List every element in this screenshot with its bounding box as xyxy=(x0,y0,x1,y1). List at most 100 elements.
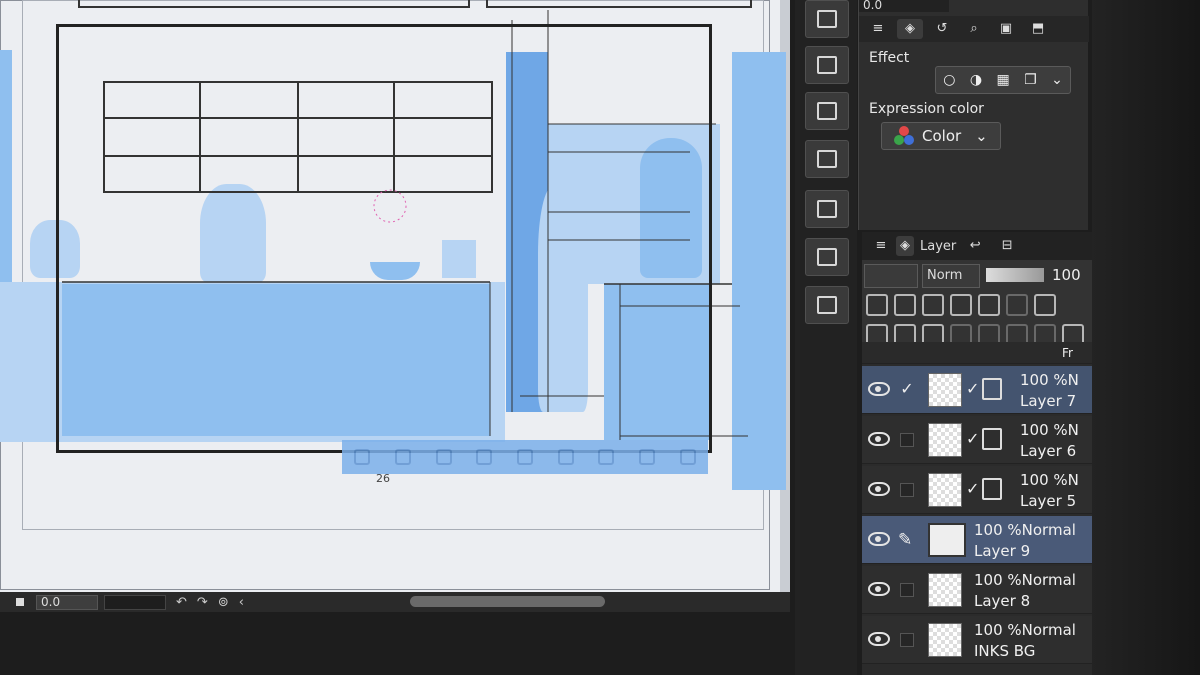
mask-icon[interactable] xyxy=(598,449,615,465)
info-icon[interactable]: ▣ xyxy=(993,19,1019,39)
navigator-icon xyxy=(817,102,837,120)
mask-enable-icon[interactable] xyxy=(1006,294,1028,316)
expression-color-label: Expression color xyxy=(869,101,984,117)
horizontal-scrollbar[interactable] xyxy=(410,596,605,607)
border-effect-icon[interactable]: ○ xyxy=(943,72,955,88)
eye-icon[interactable] xyxy=(868,582,890,596)
layer-row[interactable]: ✓ 100 %N Layer 5 xyxy=(862,466,1092,514)
layer-checkbox[interactable] xyxy=(900,583,914,597)
manga-page: 26 xyxy=(0,0,786,595)
pose-figure-icon xyxy=(817,296,837,314)
canvas-command-bar[interactable] xyxy=(342,440,708,474)
blend-mode-select[interactable] xyxy=(864,264,918,288)
animation-icon[interactable]: ⊟ xyxy=(994,236,1020,256)
tool-button-3d[interactable] xyxy=(805,238,849,276)
chevron-down-icon[interactable]: ⌄ xyxy=(1051,72,1063,88)
transform-icon[interactable] xyxy=(557,449,574,465)
lock-transparent-icon[interactable] xyxy=(978,294,1000,316)
undo-icon[interactable] xyxy=(354,449,371,465)
layer-mode-select[interactable]: Norm xyxy=(922,264,980,288)
search-icon[interactable]: ⌕ xyxy=(961,19,987,39)
tool-button-material[interactable] xyxy=(805,46,849,84)
layer-row[interactable]: 100 %Normal Layer 8 xyxy=(862,566,1092,614)
expression-color-value: Color xyxy=(922,127,962,145)
selection-icon[interactable] xyxy=(516,449,533,465)
checkmark-icon: ✓ xyxy=(966,429,980,448)
layer-color-icon[interactable]: ❐ xyxy=(1024,72,1037,88)
menu-icon[interactable]: ≡ xyxy=(865,19,891,39)
layer-row[interactable]: ✓ ✓ 100 %N Layer 7 xyxy=(862,366,1092,414)
tool-button-navigator[interactable] xyxy=(805,92,849,130)
checkmark-icon: ✓ xyxy=(966,479,980,498)
effect-selector[interactable]: ○ ◑ ▦ ❐ ⌄ xyxy=(935,66,1071,94)
eye-icon[interactable] xyxy=(868,632,890,646)
layer-row[interactable]: 100 %Normal INKS BG xyxy=(862,616,1092,664)
ruler-icon[interactable] xyxy=(1034,294,1056,316)
layer-name: Layer 5 xyxy=(1020,492,1077,510)
opacity-value[interactable]: 100 xyxy=(1052,266,1081,284)
expression-color-dropdown[interactable]: Color ⌄ xyxy=(881,122,1001,150)
layer-opacity: 100 %Normal xyxy=(974,621,1076,639)
rotation-field[interactable] xyxy=(104,594,166,610)
add-icon[interactable] xyxy=(679,449,696,465)
app-window: 26 0.0 ↶ ↷ ⊚ ‹ 0.0 ≡ ◈ ↺ ⌕ ▣ ⬒ Effect ○ … xyxy=(0,0,1200,675)
menu-icon[interactable]: ≡ xyxy=(868,236,894,256)
eyedropper-icon[interactable] xyxy=(638,449,655,465)
eye-icon[interactable] xyxy=(868,432,890,446)
layer-tool-row-1 xyxy=(866,294,1056,316)
layer-toolbar: Norm 100 xyxy=(862,260,1092,350)
screen-bezel xyxy=(1092,0,1200,675)
3d-layer-icon xyxy=(982,428,1002,450)
layer-opacity: 100 %N xyxy=(1020,371,1079,389)
opacity-slider[interactable] xyxy=(986,268,1044,282)
layer-thumbnail xyxy=(928,523,966,557)
folder-layer-row[interactable]: Fr xyxy=(862,342,1092,364)
layers-icon[interactable]: ◈ xyxy=(896,236,914,256)
material-icon xyxy=(817,56,837,74)
undo-history-icon[interactable]: ↩ xyxy=(962,236,988,256)
history-icon[interactable]: ↺ xyxy=(929,19,955,39)
layer-checkbox[interactable] xyxy=(900,433,914,447)
layer-checkbox[interactable] xyxy=(900,483,914,497)
cube-icon xyxy=(817,248,837,266)
tone-effect-icon[interactable]: ▦ xyxy=(996,72,1009,88)
layer-row-active[interactable]: ✎ 100 %Normal Layer 9 xyxy=(862,516,1092,564)
checkmark-icon[interactable]: ✓ xyxy=(900,381,914,397)
eye-icon[interactable] xyxy=(868,382,890,396)
eye-icon[interactable] xyxy=(868,532,890,546)
brush-icon[interactable] xyxy=(435,449,452,465)
layer-row[interactable]: ✓ 100 %N Layer 6 xyxy=(862,416,1092,464)
layer-property-icon[interactable]: ◈ xyxy=(897,19,923,39)
layer-thumbnail xyxy=(928,573,962,607)
rotate-right-icon[interactable]: ↷ xyxy=(197,595,208,610)
property-tabs: ≡ ◈ ↺ ⌕ ▣ ⬒ xyxy=(859,16,1089,42)
layer-tab-label[interactable]: Layer xyxy=(920,239,956,254)
extract-line-icon[interactable]: ◑ xyxy=(970,72,982,88)
color-mode-icon xyxy=(894,126,914,146)
reset-rotation-icon[interactable]: ⊚ xyxy=(218,595,229,610)
scroll-left-icon[interactable]: ‹ xyxy=(239,595,244,610)
folder-layer-label: Fr xyxy=(1062,346,1073,360)
eye-icon[interactable] xyxy=(868,482,890,496)
reference-icon[interactable] xyxy=(894,294,916,316)
pen-icon[interactable] xyxy=(394,449,411,465)
zoom-field[interactable]: 0.0 xyxy=(36,594,98,610)
tool-button-pose[interactable] xyxy=(805,286,849,324)
layer-thumbnail xyxy=(928,423,962,457)
sub-view-icon xyxy=(817,150,837,168)
fill-icon[interactable] xyxy=(476,449,493,465)
clip-icon[interactable] xyxy=(866,294,888,316)
canvas-status-bar: 0.0 ↶ ↷ ⊚ ‹ xyxy=(0,592,790,612)
tool-button-edit[interactable] xyxy=(805,190,849,228)
rotate-left-icon[interactable]: ↶ xyxy=(176,595,187,610)
layer-move-icon[interactable]: ⬒ xyxy=(1025,19,1051,39)
3d-layer-icon xyxy=(982,378,1002,400)
layer-checkbox[interactable] xyxy=(900,633,914,647)
lock-icon[interactable] xyxy=(950,294,972,316)
tool-button-texture[interactable] xyxy=(805,0,849,38)
drawing-canvas[interactable]: 26 xyxy=(0,0,790,595)
navigator-square-icon[interactable] xyxy=(16,598,24,606)
tool-button-sub-view[interactable] xyxy=(805,140,849,178)
property-top-field[interactable]: 0.0 xyxy=(859,0,949,12)
draft-icon[interactable] xyxy=(922,294,944,316)
